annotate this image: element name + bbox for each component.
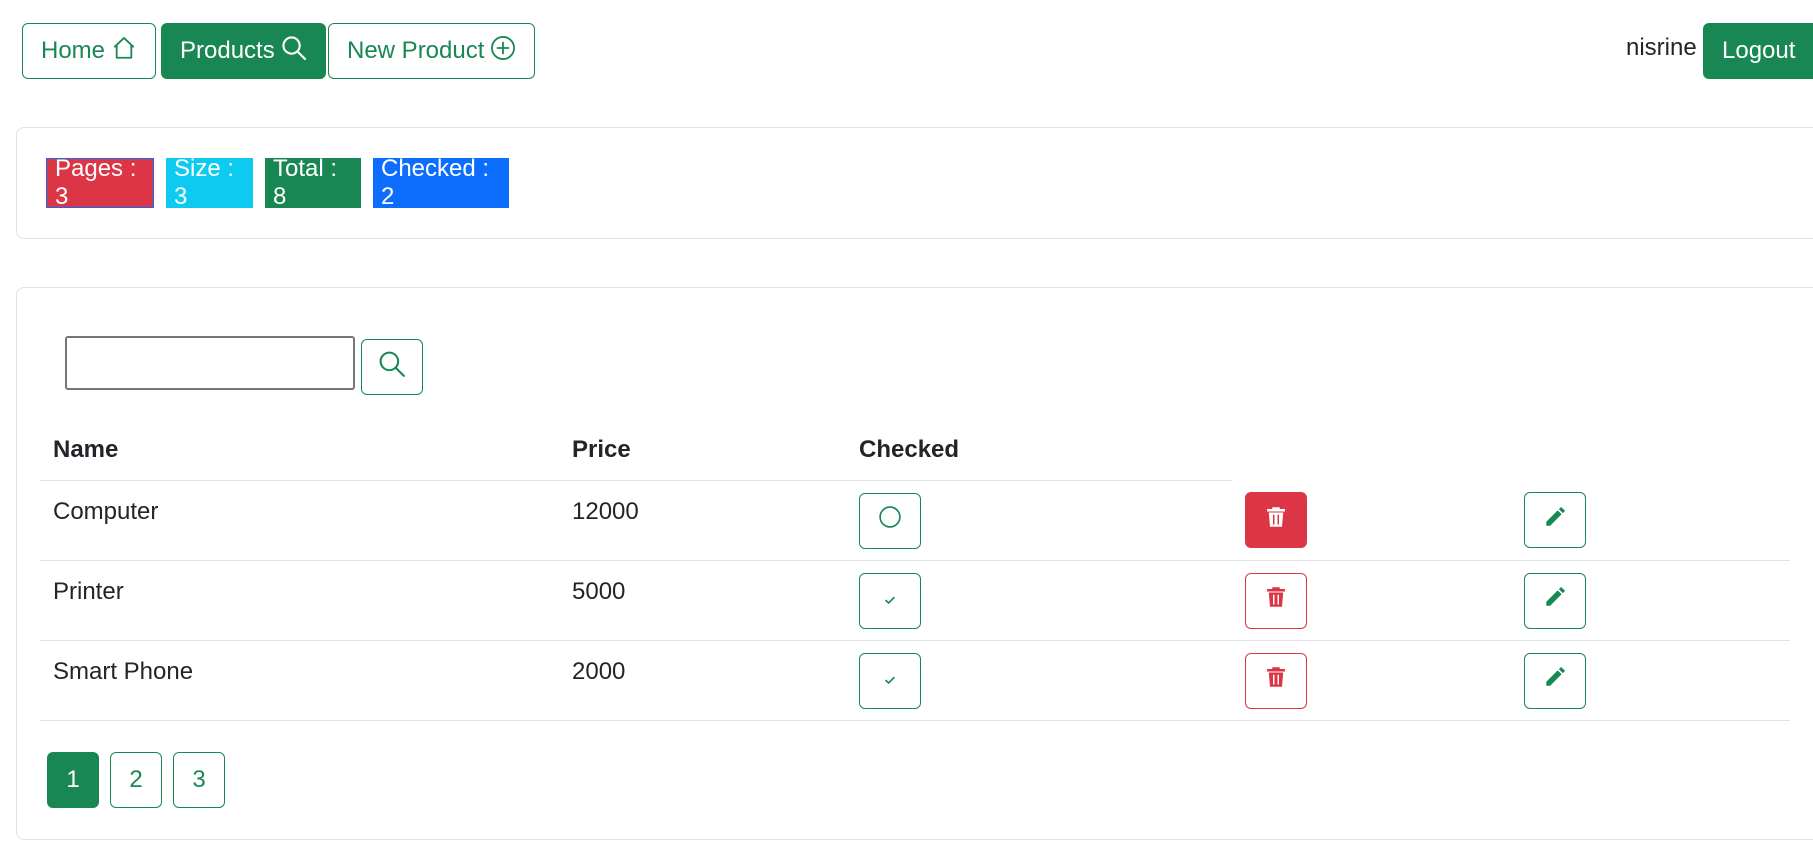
table-row: Smart Phone 2000 [40,640,1790,721]
column-header-checked: Checked [846,420,1232,481]
product-price-cell: 5000 [559,560,846,641]
search-input[interactable] [65,336,355,390]
product-name: Printer [53,577,124,605]
home-label: Home [41,37,106,64]
product-price-cell: 2000 [559,640,846,721]
page-button-label: 3 [192,766,206,793]
edit-button[interactable] [1524,572,1586,629]
product-edit-cell [1511,480,1790,561]
product-price: 12000 [572,497,639,525]
product-name-cell: Smart Phone [40,640,559,721]
products-button[interactable]: Products [161,23,326,79]
total-badge: Total : 8 [265,155,361,210]
toggle-checked-button[interactable] [859,652,921,709]
plus-circle-icon [490,35,516,68]
logout-button[interactable]: Logout [1703,23,1813,79]
products-table: Name Price Checked Computer 12000 Printe… [40,420,1790,721]
size-badge: Size : 3 [166,155,253,210]
search-icon [281,35,307,68]
product-edit-cell [1511,640,1790,721]
product-name: Computer [53,497,159,525]
trash-icon [1264,665,1288,696]
delete-button[interactable] [1245,492,1307,549]
trash-icon [1264,505,1288,536]
circle-icon [878,505,902,536]
search-icon [378,350,406,385]
page-button-label: 2 [129,766,143,793]
house-icon [111,35,137,68]
pencil-icon [1543,505,1567,536]
products-label: Products [180,37,275,64]
table-header-row: Name Price Checked [40,420,1790,481]
logout-label: Logout [1722,37,1796,64]
column-header-edit [1511,420,1790,481]
product-price: 2000 [572,657,626,685]
page-button-2[interactable]: 2 [110,752,162,808]
pencil-icon [1543,585,1567,616]
column-header-name: Name [40,420,559,481]
product-name: Smart Phone [53,657,194,685]
product-name-cell: Printer [40,560,559,641]
page-button-label: 1 [66,766,80,793]
total-badge-label: Total : 8 [273,155,338,210]
pencil-icon [1543,665,1567,696]
product-price-cell: 12000 [559,480,846,561]
product-delete-cell [1232,640,1511,721]
username: nisrine [1626,34,1697,61]
toggle-checked-button[interactable] [859,492,921,549]
delete-button[interactable] [1245,652,1307,709]
toggle-checked-button[interactable] [859,572,921,629]
product-edit-cell [1511,560,1790,641]
pages-badge: Pages : 3 [46,155,154,210]
home-button[interactable]: Home [22,23,157,79]
search-button[interactable] [361,339,423,395]
product-price: 5000 [572,577,626,605]
product-delete-cell [1232,480,1511,561]
column-header-price: Price [559,420,846,481]
checked-badge-label: Checked : 2 [381,155,490,210]
new-product-button[interactable]: New Product [328,23,536,79]
product-checked-cell [846,480,1232,561]
delete-button[interactable] [1245,572,1307,629]
new-product-label: New Product [347,37,485,64]
check-icon [882,587,898,615]
product-checked-cell [846,560,1232,641]
trash-icon [1264,585,1288,616]
pages-badge-label: Pages : 3 [55,155,137,210]
check-icon [882,667,898,695]
size-badge-label: Size : 3 [174,155,235,210]
page-button-3[interactable]: 3 [173,752,225,808]
table-row: Computer 12000 [40,480,1790,561]
column-header-delete [1232,420,1511,481]
edit-button[interactable] [1524,492,1586,549]
product-name-cell: Computer [40,480,559,561]
page-button-1[interactable]: 1 [47,752,99,808]
table-row: Printer 5000 [40,560,1790,641]
product-delete-cell [1232,560,1511,641]
checked-badge: Checked : 2 [373,155,509,210]
edit-button[interactable] [1524,652,1586,709]
navbar: Home Products New Product nisrine Logout [0,0,1813,100]
product-checked-cell [846,640,1232,721]
